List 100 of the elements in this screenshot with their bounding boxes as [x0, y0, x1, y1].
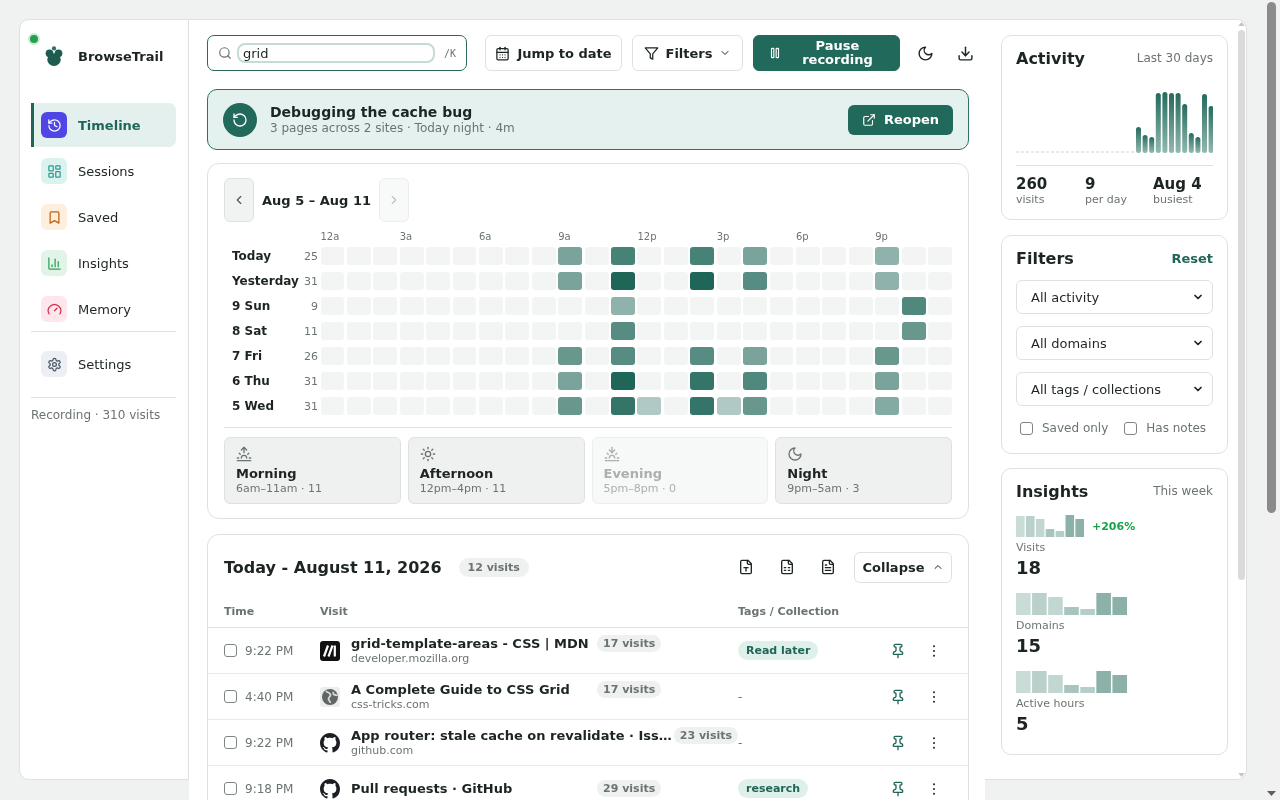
shortcut-hint: /K — [443, 47, 456, 59]
metric-label: Domains — [1016, 619, 1066, 633]
grid-icon — [41, 158, 67, 184]
checkbox[interactable] — [1020, 421, 1033, 435]
checkbox[interactable] — [224, 644, 237, 657]
period-title: Night — [787, 466, 828, 482]
jump-to-date-button[interactable]: Jump to date — [485, 35, 622, 71]
search-icon — [218, 46, 232, 60]
scrollbar-thumb[interactable] — [1237, 30, 1245, 580]
card-title: Filters — [1016, 248, 1074, 268]
moon-icon[interactable] — [916, 44, 934, 62]
checkbox[interactable] — [224, 782, 237, 795]
pin-icon[interactable] — [890, 780, 906, 797]
bar-chart-icon — [41, 250, 67, 276]
pin-icon[interactable] — [890, 642, 906, 659]
metric-value: 18 — [1016, 557, 1043, 579]
settings-icon — [41, 351, 67, 377]
filters-button[interactable]: Filters — [632, 35, 743, 71]
period-detail: 5pm–8pm · 0 — [603, 482, 676, 495]
calendar-icon — [495, 45, 511, 61]
period-label: Last 30 days — [1136, 51, 1213, 65]
page-title[interactable]: A Complete Guide to CSS Grid — [351, 681, 591, 698]
visit-count: 23 visits — [673, 727, 738, 744]
nav-item[interactable]: Sessions — [31, 149, 176, 193]
status-dot-icon — [28, 33, 40, 45]
collapse-button[interactable]: Collapse — [854, 551, 952, 583]
select-field[interactable]: All activity — [1016, 280, 1213, 314]
tag[interactable]: Read later — [738, 641, 819, 660]
visit-time: 9:22 PM — [245, 643, 294, 658]
metric-value: 5 — [1016, 713, 1030, 735]
period-card[interactable]: Afternoon 12pm–4pm · 11 — [407, 437, 585, 504]
checkbox[interactable] — [1124, 421, 1138, 435]
checkbox[interactable] — [224, 690, 237, 703]
metric-label: Visits — [1016, 541, 1047, 555]
visit-count: 17 visits — [597, 635, 662, 652]
period-label: This week — [1153, 484, 1213, 498]
day-count: 9 — [310, 299, 318, 313]
select-field[interactable]: All tags / collections — [1016, 372, 1213, 406]
day-count: 25 — [303, 249, 318, 263]
day-count: 11 — [303, 324, 318, 338]
cat-silhouette-icon — [320, 732, 340, 753]
sun-icon — [419, 446, 436, 462]
select-field[interactable]: All domains — [1016, 326, 1213, 360]
day-label: 9 Sun — [232, 299, 271, 313]
column-header: Visit — [320, 604, 349, 618]
period-card[interactable]: Night 9pm–5am · 3 — [775, 437, 952, 504]
period-detail: 12pm–4pm · 11 — [419, 482, 507, 495]
page-domain: css-tricks.com — [351, 698, 431, 712]
external-link-icon — [861, 112, 876, 127]
period-detail: 6am–11am · 11 — [236, 482, 322, 495]
period-card[interactable]: Morning 6am–11am · 11 — [224, 437, 401, 504]
change-percent: +206% — [1092, 519, 1136, 533]
day-label: 5 Wed — [232, 399, 275, 413]
period-title: Evening — [603, 466, 662, 482]
tag[interactable]: research — [738, 779, 809, 798]
hour-label: 6a — [479, 231, 493, 243]
nav-item[interactable]: Settings — [31, 342, 176, 386]
stat-value: Aug 4 — [1153, 175, 1203, 193]
day-count: 31 — [303, 374, 318, 388]
page-title[interactable]: grid-template-areas - CSS | MDN — [351, 635, 591, 652]
reset-link[interactable]: Reset — [1171, 250, 1213, 266]
file-letter-icon[interactable] — [738, 559, 754, 575]
hour-label: 9p — [875, 231, 889, 243]
nav-item[interactable]: Timeline — [31, 103, 176, 147]
nav-item[interactable]: Insights — [31, 241, 176, 285]
page-title[interactable]: Pull requests · GitHub — [351, 780, 591, 797]
pin-icon[interactable] — [890, 688, 906, 705]
day-label: Today — [232, 249, 271, 263]
stat-value: 9 — [1085, 175, 1097, 193]
column-header: Tags / Collection — [738, 604, 841, 618]
sunrise-icon — [236, 446, 252, 462]
period-title: Afternoon — [419, 466, 494, 482]
download-icon[interactable] — [956, 44, 974, 62]
reopen-button[interactable]: Reopen — [848, 104, 953, 135]
hour-label: 12p — [637, 231, 658, 243]
search-field[interactable]: grid — [237, 43, 435, 63]
day-count: 31 — [303, 274, 318, 288]
scroll-down-arrow-icon[interactable] — [1267, 791, 1276, 796]
file-grid-icon[interactable] — [779, 559, 795, 575]
nav-item[interactable]: Memory — [31, 287, 176, 331]
visit-count: 29 visits — [597, 780, 662, 797]
file-lines-icon[interactable] — [820, 559, 836, 575]
card-title: Insights — [1016, 481, 1089, 501]
pin-icon[interactable] — [890, 734, 906, 751]
empty-tag: - — [738, 735, 743, 750]
hour-label: 12a — [320, 231, 341, 243]
column-header: Time — [224, 604, 256, 618]
visit-time: 4:40 PM — [245, 689, 294, 704]
pause-recording-button[interactable]: Pause recording — [753, 35, 900, 71]
day-title: Today - August 11, 2026 — [224, 557, 442, 577]
checkbox[interactable] — [224, 736, 237, 749]
date-range: Aug 5 – Aug 11 — [262, 192, 371, 208]
metric-value: 15 — [1016, 635, 1043, 657]
globe-icon — [320, 686, 340, 707]
visit-total: 12 visits — [458, 557, 529, 577]
hour-label: 6p — [796, 231, 810, 243]
page-domain: github.com — [351, 744, 415, 758]
scrollbar-thumb[interactable] — [1267, 2, 1276, 513]
period-title: Morning — [236, 466, 297, 482]
nav-item[interactable]: Saved — [31, 195, 176, 239]
